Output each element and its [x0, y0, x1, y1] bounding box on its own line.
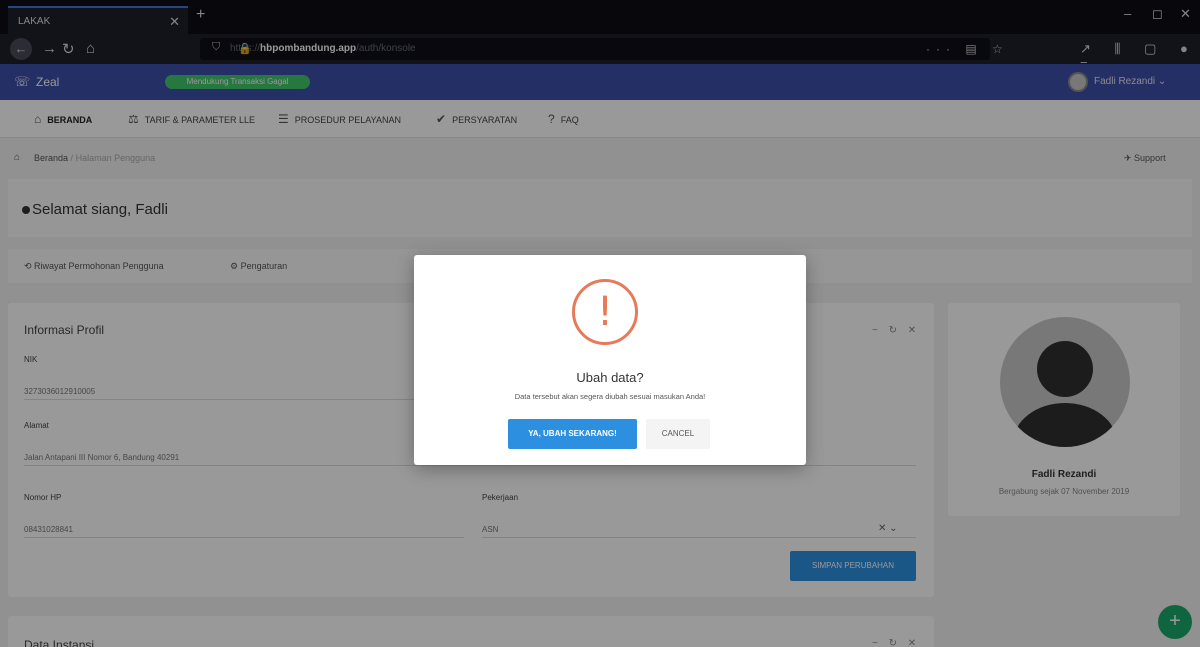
cancel-button[interactable]: CANCEL [646, 419, 710, 449]
warning-icon: ! [572, 279, 638, 345]
confirm-dialog: ! Ubah data? Data tersebut akan segera d… [414, 255, 806, 465]
dialog-title: Ubah data? [576, 370, 644, 385]
dialog-text: Data tersebut akan segera diubah sesuai … [514, 392, 706, 401]
confirm-button[interactable]: YA, UBAH SEKARANG! [508, 419, 637, 449]
